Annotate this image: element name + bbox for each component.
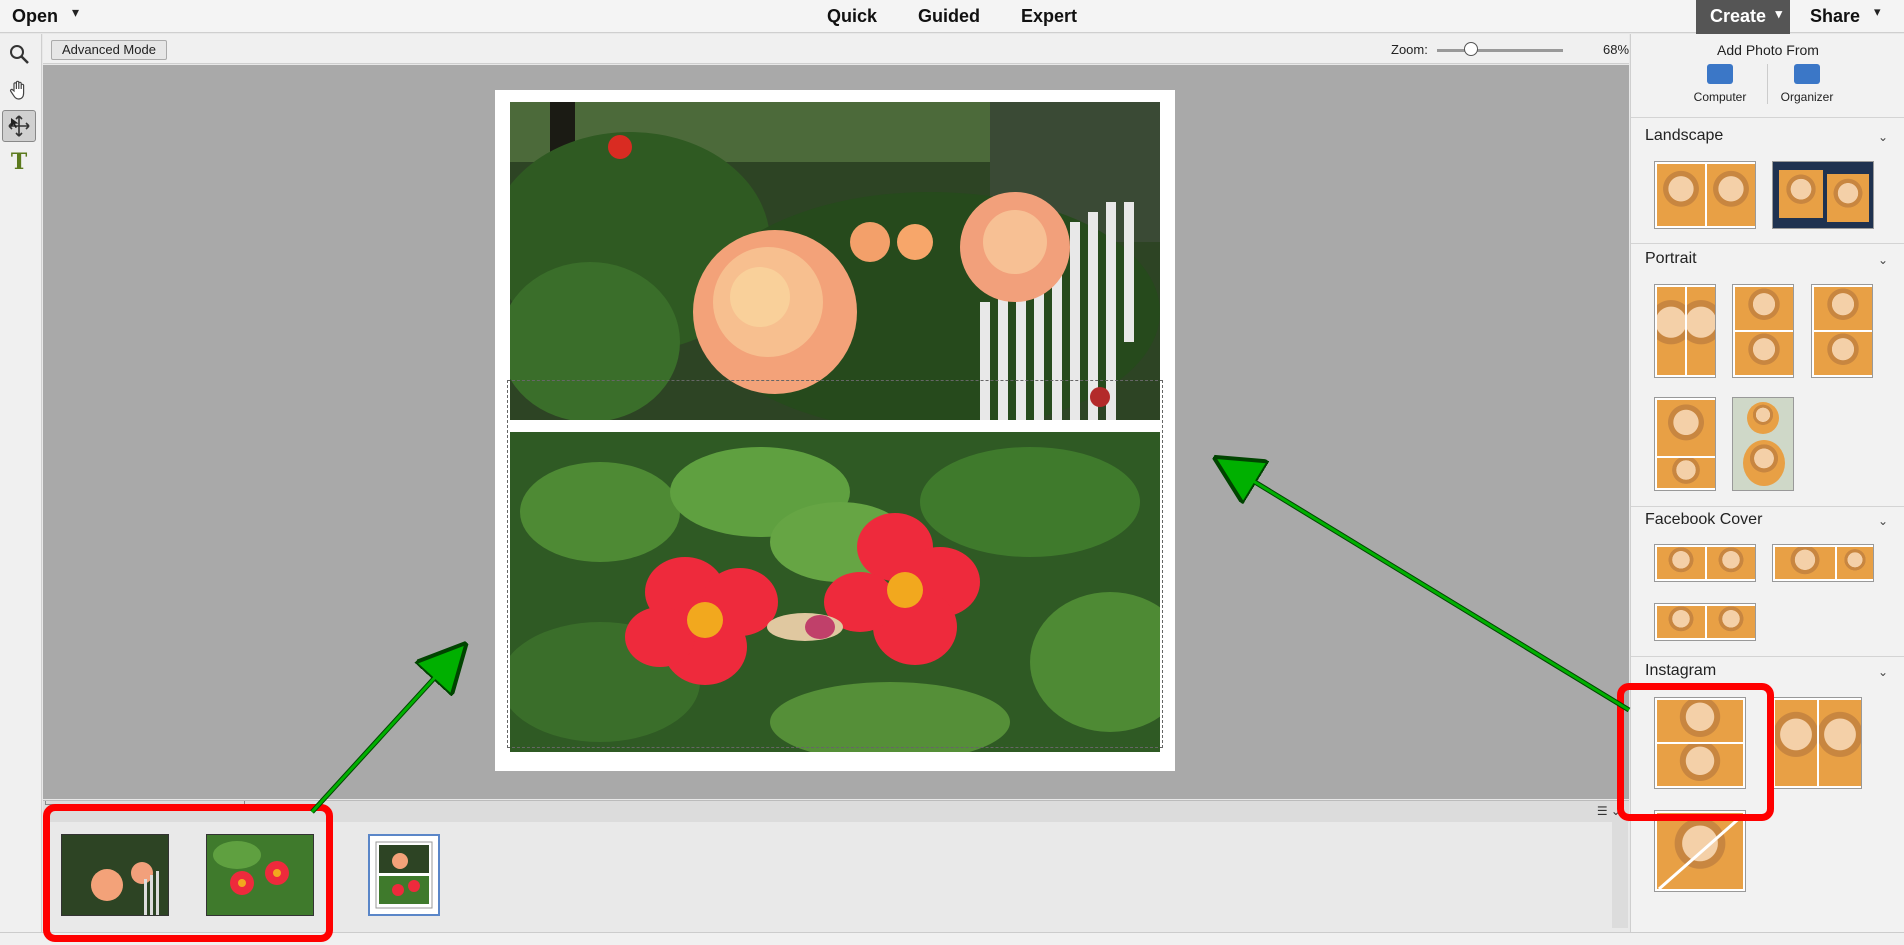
create-caret-icon: ▾ <box>1775 6 1782 21</box>
template-thumb[interactable] <box>1654 603 1756 641</box>
top-menu-bar: Open ▾ Quick Guided Expert Create ▾ Shar… <box>0 0 1904 34</box>
chevron-down-icon[interactable]: ⌄ <box>1878 253 1888 267</box>
annotation-highlight-bin-photos <box>43 804 333 942</box>
template-thumb[interactable] <box>1732 284 1794 378</box>
organizer-icon <box>1794 64 1820 84</box>
selection-bounding-box[interactable] <box>507 380 1163 748</box>
chevron-down-icon[interactable]: ⌄ <box>1878 130 1888 144</box>
source-computer[interactable]: Computer <box>1683 64 1757 104</box>
zoom-value: 68% <box>1603 42 1630 57</box>
divider <box>1631 656 1904 657</box>
zoom-slider-knob[interactable] <box>1464 42 1479 56</box>
toolbox: T <box>0 34 42 945</box>
template-thumb[interactable] <box>1654 544 1756 582</box>
move-tool-icon[interactable] <box>2 110 36 142</box>
chevron-down-icon[interactable]: ⌄ <box>1878 514 1888 528</box>
source-organizer[interactable]: Organizer <box>1770 64 1844 104</box>
tab-quick[interactable]: Quick <box>827 6 877 27</box>
source-computer-label: Computer <box>1693 90 1747 104</box>
divider <box>1631 117 1904 118</box>
folder-icon <box>1707 64 1733 84</box>
category-landscape[interactable]: Landscape <box>1645 127 1723 145</box>
share-caret-icon[interactable]: ▾ <box>1874 4 1881 20</box>
divider <box>1631 506 1904 507</box>
options-bar: Advanced Mode Zoom: 68% <box>43 34 1629 64</box>
template-thumb[interactable] <box>1654 810 1746 892</box>
orange-roses-image <box>510 102 1160 420</box>
zoom-slider-track[interactable] <box>1437 49 1563 52</box>
tab-expert[interactable]: Expert <box>1021 6 1077 27</box>
chevron-down-icon[interactable]: ⌄ <box>1878 665 1888 679</box>
collage-page[interactable] <box>495 90 1175 771</box>
category-portrait[interactable]: Portrait <box>1645 250 1697 268</box>
mode-tabs: Quick Guided Expert <box>0 6 1904 27</box>
hand-tool-icon[interactable] <box>2 74 36 106</box>
zoom-label: Zoom: <box>1391 42 1428 57</box>
template-thumb[interactable] <box>1772 161 1874 229</box>
bin-thumb-collage-project[interactable] <box>368 834 440 916</box>
category-instagram[interactable]: Instagram <box>1645 662 1716 680</box>
zoom-tool-icon[interactable] <box>2 38 36 70</box>
source-organizer-label: Organizer <box>1780 90 1834 104</box>
template-thumb[interactable] <box>1772 544 1874 582</box>
create-label: Create <box>1710 6 1767 26</box>
bin-scrollbar[interactable] <box>1612 822 1628 928</box>
divider <box>1631 243 1904 244</box>
template-thumb[interactable] <box>1732 397 1794 491</box>
template-thumb[interactable] <box>1654 161 1756 229</box>
create-button[interactable]: Create ▾ <box>1696 0 1790 34</box>
type-tool-icon[interactable]: T <box>2 146 36 178</box>
template-thumb[interactable] <box>1811 284 1873 378</box>
canvas-area <box>43 65 1629 799</box>
photo-orange-roses[interactable] <box>510 102 1160 420</box>
category-facebook-cover[interactable]: Facebook Cover <box>1645 511 1762 529</box>
share-button[interactable]: Share <box>1810 6 1860 27</box>
tab-guided[interactable]: Guided <box>918 6 980 27</box>
add-photo-from-label: Add Photo From <box>1717 42 1819 58</box>
template-thumb[interactable] <box>1654 397 1716 491</box>
annotation-highlight-instagram-template <box>1617 683 1774 821</box>
source-divider <box>1767 64 1768 104</box>
template-thumb[interactable] <box>1654 284 1716 378</box>
advanced-mode-button[interactable]: Advanced Mode <box>51 40 167 60</box>
template-thumb[interactable] <box>1772 697 1862 789</box>
